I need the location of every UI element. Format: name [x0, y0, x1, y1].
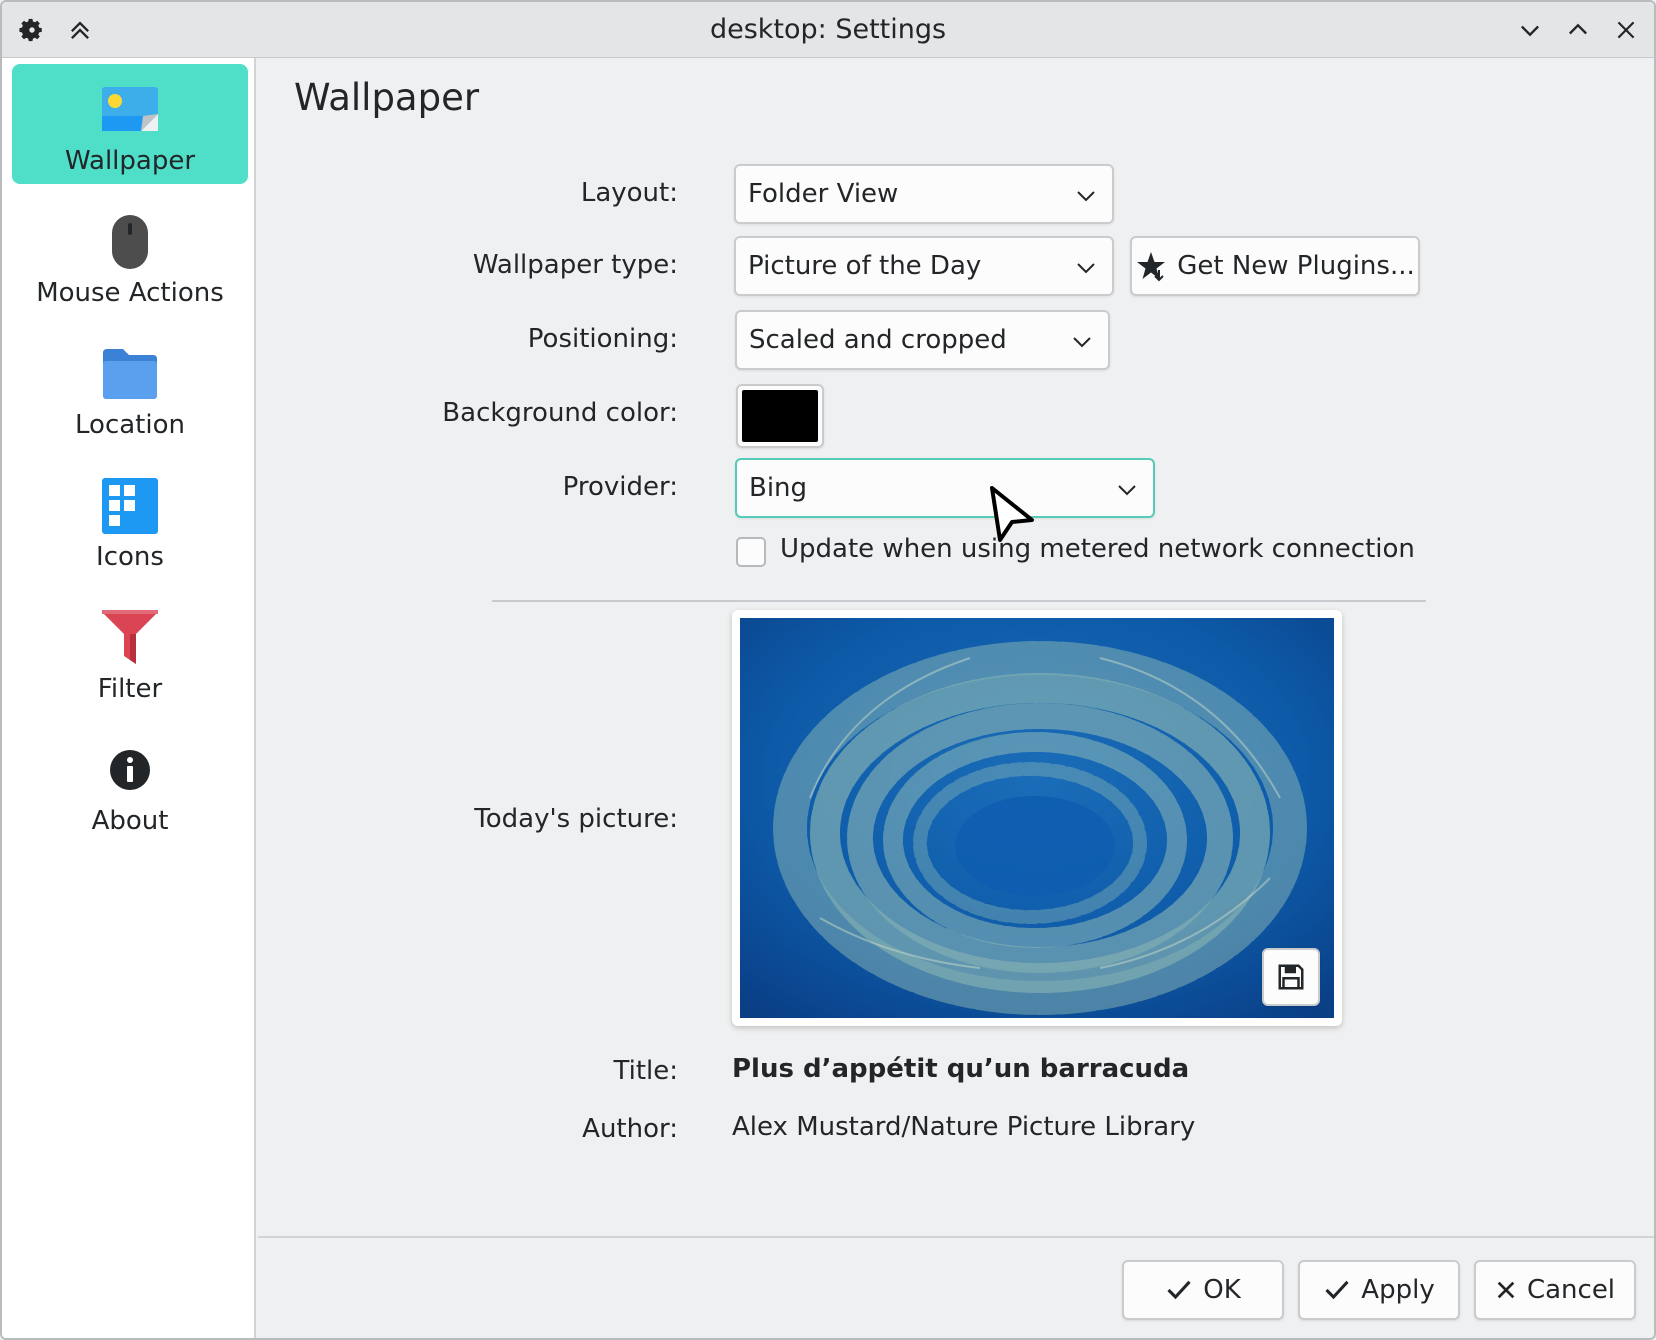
- positioning-combobox[interactable]: Scaled and cropped: [735, 310, 1110, 370]
- background-color-button[interactable]: [736, 384, 824, 448]
- wallpaper-type-value: Picture of the Day: [748, 251, 982, 281]
- settings-window: desktop: Settings Wallpaper Mouse Action…: [0, 0, 1656, 1340]
- cancel-button[interactable]: Cancel: [1474, 1260, 1636, 1320]
- get-new-plugins-label: Get New Plugins...: [1177, 251, 1415, 281]
- sidebar-item-filter[interactable]: Filter: [12, 592, 248, 712]
- chevron-down-icon: [1077, 263, 1095, 274]
- wallpaper-icon: [101, 76, 159, 144]
- close-icon[interactable]: [1608, 12, 1644, 48]
- get-new-plugins-button[interactable]: Get New Plugins...: [1130, 236, 1420, 296]
- color-swatch: [742, 390, 818, 442]
- todays-picture-label: Today's picture:: [474, 804, 678, 834]
- section-separator: [492, 600, 1426, 602]
- icons-grid-icon: [101, 472, 159, 540]
- close-icon: [1497, 1281, 1515, 1299]
- wallpaper-type-label: Wallpaper type:: [472, 250, 678, 280]
- mouse-cursor-icon: [990, 486, 1034, 542]
- footer-separator: [258, 1236, 1654, 1238]
- apply-label: Apply: [1361, 1275, 1435, 1305]
- window-title: desktop: Settings: [709, 14, 947, 45]
- minimize-chevron-down-icon[interactable]: [1512, 12, 1548, 48]
- sidebar-item-label: Mouse Actions: [36, 278, 224, 308]
- picture-author-value: Alex Mustard/Nature Picture Library: [732, 1112, 1196, 1142]
- checkmark-icon: [1325, 1280, 1349, 1300]
- cancel-label: Cancel: [1526, 1275, 1616, 1305]
- picture-author-label: Author:: [582, 1114, 678, 1144]
- picture-title-label: Title:: [613, 1056, 678, 1086]
- metered-network-label: Update when using metered network connec…: [780, 534, 1415, 564]
- sidebar-item-location[interactable]: Location: [12, 328, 248, 448]
- chevron-down-icon: [1073, 337, 1091, 348]
- positioning-value: Scaled and cropped: [749, 325, 1007, 355]
- ok-button[interactable]: OK: [1122, 1260, 1284, 1320]
- chevron-down-icon: [1077, 191, 1095, 202]
- sidebar-item-wallpaper[interactable]: Wallpaper: [12, 64, 248, 184]
- sidebar: Wallpaper Mouse Actions Location Icons F…: [2, 58, 256, 1338]
- layout-label: Layout:: [580, 178, 678, 208]
- provider-combobox[interactable]: Bing: [735, 458, 1155, 518]
- layout-value: Folder View: [748, 179, 899, 209]
- save-icon: [1278, 964, 1304, 990]
- metered-network-checkbox[interactable]: [736, 537, 766, 567]
- filter-icon: [100, 604, 160, 672]
- chevron-down-icon: [1118, 485, 1136, 496]
- sidebar-item-label: Icons: [96, 542, 164, 572]
- todays-picture-frame: [732, 610, 1342, 1026]
- apply-button[interactable]: Apply: [1298, 1260, 1460, 1320]
- checkmark-icon: [1167, 1280, 1191, 1300]
- star-download-icon: [1137, 252, 1166, 282]
- sidebar-item-mouse-actions[interactable]: Mouse Actions: [12, 196, 248, 316]
- mouse-icon: [110, 208, 150, 276]
- ok-label: OK: [1203, 1275, 1241, 1305]
- sidebar-item-label: Wallpaper: [64, 146, 196, 176]
- maximize-chevron-up-icon[interactable]: [1560, 12, 1596, 48]
- layout-combobox[interactable]: Folder View: [734, 164, 1114, 224]
- provider-label: Provider:: [562, 472, 678, 502]
- folder-icon: [101, 340, 159, 408]
- wallpaper-type-combobox[interactable]: Picture of the Day: [734, 236, 1114, 296]
- save-picture-button[interactable]: [1262, 948, 1320, 1006]
- todays-picture-image: [740, 618, 1334, 1018]
- positioning-label: Positioning:: [527, 324, 678, 354]
- info-icon: [109, 736, 151, 804]
- sidebar-item-about[interactable]: About: [12, 724, 248, 844]
- picture-title-value: Plus d’appétit qu’un barracuda: [732, 1054, 1190, 1084]
- sidebar-item-label: Filter: [97, 674, 163, 704]
- sidebar-item-icons[interactable]: Icons: [12, 460, 248, 580]
- title-bar: desktop: Settings: [2, 2, 1654, 58]
- sidebar-item-label: Location: [75, 410, 185, 440]
- sidebar-item-label: About: [91, 806, 169, 836]
- main-content: Wallpaper Layout: Folder View Wallpaper …: [258, 58, 1654, 1338]
- background-color-label: Background color:: [442, 398, 678, 428]
- provider-value: Bing: [749, 473, 808, 503]
- page-title: Wallpaper: [294, 76, 480, 119]
